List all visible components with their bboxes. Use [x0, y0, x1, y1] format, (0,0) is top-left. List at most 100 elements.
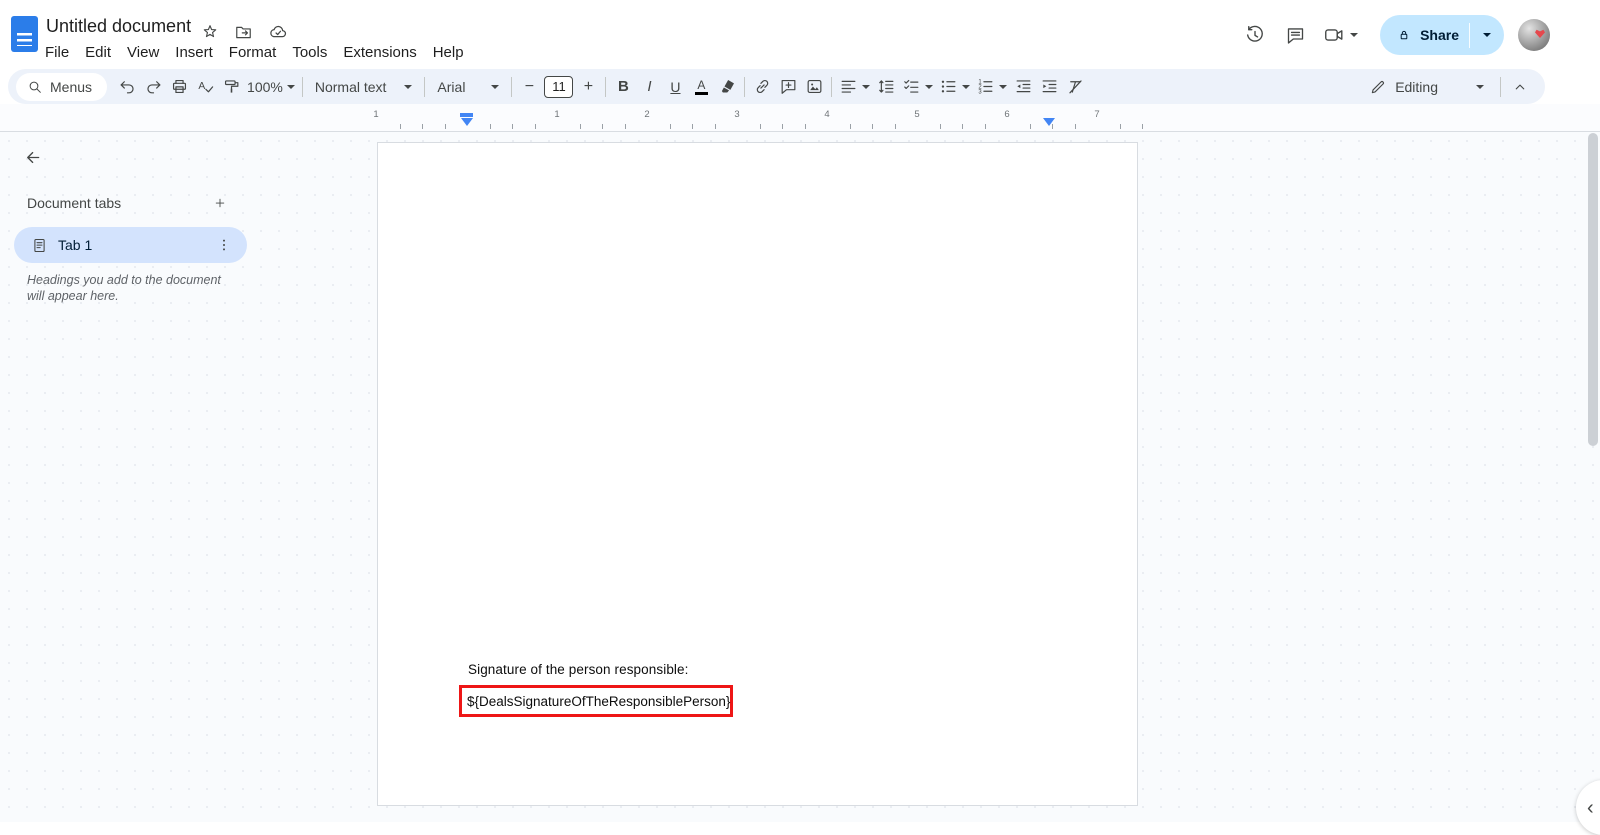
- tab-item-tab1[interactable]: Tab 1: [14, 227, 247, 263]
- star-icon: [201, 23, 219, 41]
- menu-item[interactable]: Help: [425, 40, 472, 64]
- pencil-icon: [1369, 78, 1387, 96]
- add-tab-button[interactable]: [207, 190, 233, 216]
- chevron-down-icon: [862, 85, 870, 89]
- chevron-left-icon: ‹: [1587, 798, 1594, 818]
- tab-label: Tab 1: [58, 237, 92, 253]
- line-spacing-icon: [877, 77, 896, 96]
- increase-indent-icon: [1040, 77, 1059, 96]
- menu-item[interactable]: File: [37, 40, 77, 64]
- insert-image-button[interactable]: [801, 74, 827, 100]
- document-text-line[interactable]: Signature of the person responsible:: [468, 662, 689, 677]
- back-arrow-icon: [24, 147, 42, 168]
- insert-image-icon: [805, 77, 824, 96]
- bold-icon: B: [618, 78, 629, 95]
- insert-link-button[interactable]: [749, 74, 775, 100]
- right-indent-icon[interactable]: [1043, 118, 1055, 126]
- editing-mode-select[interactable]: Editing: [1357, 73, 1496, 101]
- underline-button[interactable]: U: [662, 74, 688, 100]
- chevron-down-icon: [962, 85, 970, 89]
- plus-icon: +: [584, 78, 593, 96]
- first-line-indent-icon[interactable]: [460, 113, 473, 117]
- docs-logo-icon[interactable]: [11, 16, 38, 52]
- workspace: Document tabs Tab 1 Headings you add to …: [0, 132, 1600, 822]
- share-button[interactable]: Share: [1380, 15, 1504, 55]
- comments-button[interactable]: [1275, 15, 1315, 55]
- increase-indent-button[interactable]: [1036, 74, 1062, 100]
- chevron-down-icon: [999, 85, 1007, 89]
- share-dropdown[interactable]: [1470, 33, 1504, 37]
- join-call-button[interactable]: [1315, 15, 1366, 55]
- decrease-indent-button[interactable]: [1010, 74, 1036, 100]
- tab-options-button[interactable]: [211, 232, 237, 258]
- side-panel-toggle-button[interactable]: ‹: [1576, 780, 1600, 835]
- highlight-color-button[interactable]: [714, 74, 740, 100]
- mode-label: Editing: [1395, 79, 1438, 95]
- italic-button[interactable]: I: [636, 74, 662, 100]
- version-history-icon: [1244, 24, 1266, 46]
- bold-button[interactable]: B: [610, 74, 636, 100]
- line-spacing-button[interactable]: [873, 74, 899, 100]
- search-menus-button[interactable]: Menus: [16, 73, 107, 101]
- comments-icon: [1285, 25, 1306, 46]
- close-sidebar-button[interactable]: [18, 142, 48, 172]
- numbered-list-icon: 123: [976, 77, 995, 96]
- add-comment-button[interactable]: [775, 74, 801, 100]
- align-button[interactable]: [836, 74, 873, 100]
- merge-field-text[interactable]: ${DealsSignatureOfTheResponsiblePerson}: [467, 694, 730, 709]
- menu-item[interactable]: Insert: [167, 40, 221, 64]
- svg-text:A: A: [198, 81, 205, 92]
- menu-item[interactable]: Edit: [77, 40, 119, 64]
- sidebar-empty-hint: Headings you add to the document will ap…: [27, 273, 223, 304]
- font-size-increase-button[interactable]: +: [575, 74, 601, 100]
- merge-field-highlight-box[interactable]: ${DealsSignatureOfTheResponsiblePerson}: [459, 685, 733, 717]
- italic-icon: I: [647, 78, 651, 95]
- app-header: Untitled document FileEditViewInsertForm…: [0, 0, 1600, 68]
- redo-button[interactable]: [140, 74, 166, 100]
- checklist-button[interactable]: [899, 74, 936, 100]
- font-size-input[interactable]: 11: [544, 76, 573, 98]
- spellcheck-button[interactable]: A: [192, 74, 218, 100]
- hide-menus-button[interactable]: [1505, 74, 1535, 100]
- text-color-button[interactable]: A: [688, 74, 714, 100]
- zoom-select[interactable]: 100%: [244, 74, 298, 100]
- avatar[interactable]: [1518, 19, 1550, 51]
- styles-select[interactable]: Normal text: [307, 74, 421, 100]
- menu-item[interactable]: Format: [221, 40, 285, 64]
- toolbar-divider: [1500, 77, 1501, 97]
- insert-link-icon: [753, 77, 772, 96]
- menu-item[interactable]: Extensions: [335, 40, 424, 64]
- tab-doc-icon: [31, 237, 48, 254]
- indent-marker-right[interactable]: [1043, 118, 1055, 126]
- menu-item[interactable]: View: [119, 40, 167, 64]
- undo-button[interactable]: [114, 74, 140, 100]
- menubar: FileEditViewInsertFormatToolsExtensionsH…: [37, 40, 472, 64]
- paint-format-button[interactable]: [218, 74, 244, 100]
- document-title[interactable]: Untitled document: [46, 16, 191, 37]
- toolbar-divider: [831, 77, 832, 97]
- ruler[interactable]: 11234567: [0, 104, 1600, 132]
- numbered-list-button[interactable]: 123: [973, 74, 1010, 100]
- bulleted-list-icon: [939, 77, 958, 96]
- highlight-color-icon: [718, 77, 737, 96]
- menu-item[interactable]: Tools: [284, 40, 335, 64]
- avatar-accent: [1535, 29, 1545, 38]
- clear-formatting-button[interactable]: [1062, 74, 1088, 100]
- document-page[interactable]: Signature of the person responsible: ${D…: [377, 142, 1138, 806]
- font-select[interactable]: Arial: [429, 74, 507, 100]
- minus-icon: −: [525, 78, 534, 96]
- print-button[interactable]: [166, 74, 192, 100]
- text-color-icon: A: [695, 79, 708, 95]
- left-indent-icon[interactable]: [461, 118, 473, 126]
- vertical-scrollbar[interactable]: [1588, 133, 1598, 446]
- version-history-button[interactable]: [1235, 15, 1275, 55]
- share-main[interactable]: Share: [1380, 27, 1469, 43]
- svg-text:3: 3: [979, 90, 983, 96]
- bulleted-list-button[interactable]: [936, 74, 973, 100]
- checklist-icon: [902, 77, 921, 96]
- toolbar-divider: [424, 77, 425, 97]
- clear-formatting-icon: [1066, 77, 1085, 96]
- toolbar-divider: [605, 77, 606, 97]
- font-size-decrease-button[interactable]: −: [516, 74, 542, 100]
- indent-marker-left[interactable]: [460, 113, 473, 126]
